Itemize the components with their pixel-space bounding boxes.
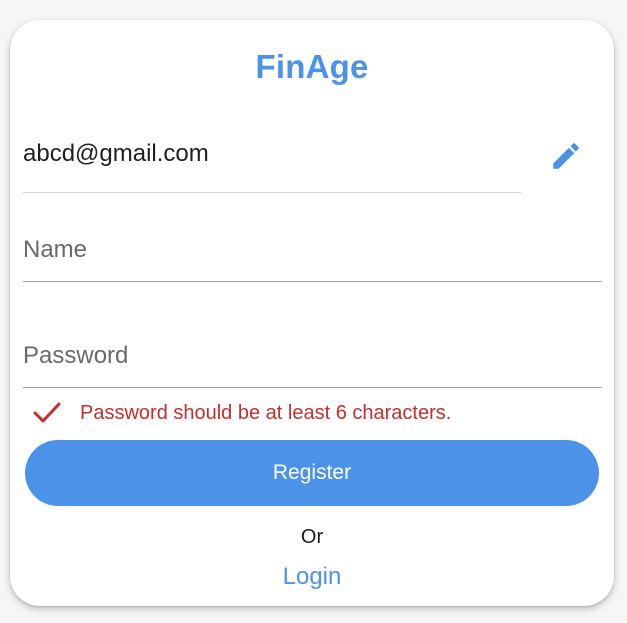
email-display: abcd@gmail.com: [23, 132, 521, 193]
password-input[interactable]: [23, 325, 602, 387]
error-message: Password should be at least 6 characters…: [80, 401, 452, 424]
name-field[interactable]: [23, 219, 602, 282]
password-error: Password should be at least 6 characters…: [32, 398, 451, 428]
email-value: abcd@gmail.com: [23, 140, 209, 167]
edit-email-button[interactable]: [546, 136, 586, 176]
name-input[interactable]: [23, 219, 602, 281]
check-icon: [32, 398, 62, 428]
register-card: FinAge abcd@gmail.com Password should be…: [10, 20, 614, 606]
login-link[interactable]: Login: [262, 563, 362, 591]
register-button[interactable]: Register: [25, 440, 599, 506]
or-separator: Or: [300, 526, 324, 548]
pencil-icon: [553, 143, 579, 169]
app-title: FinAge: [255, 48, 369, 85]
password-field[interactable]: [23, 325, 602, 388]
